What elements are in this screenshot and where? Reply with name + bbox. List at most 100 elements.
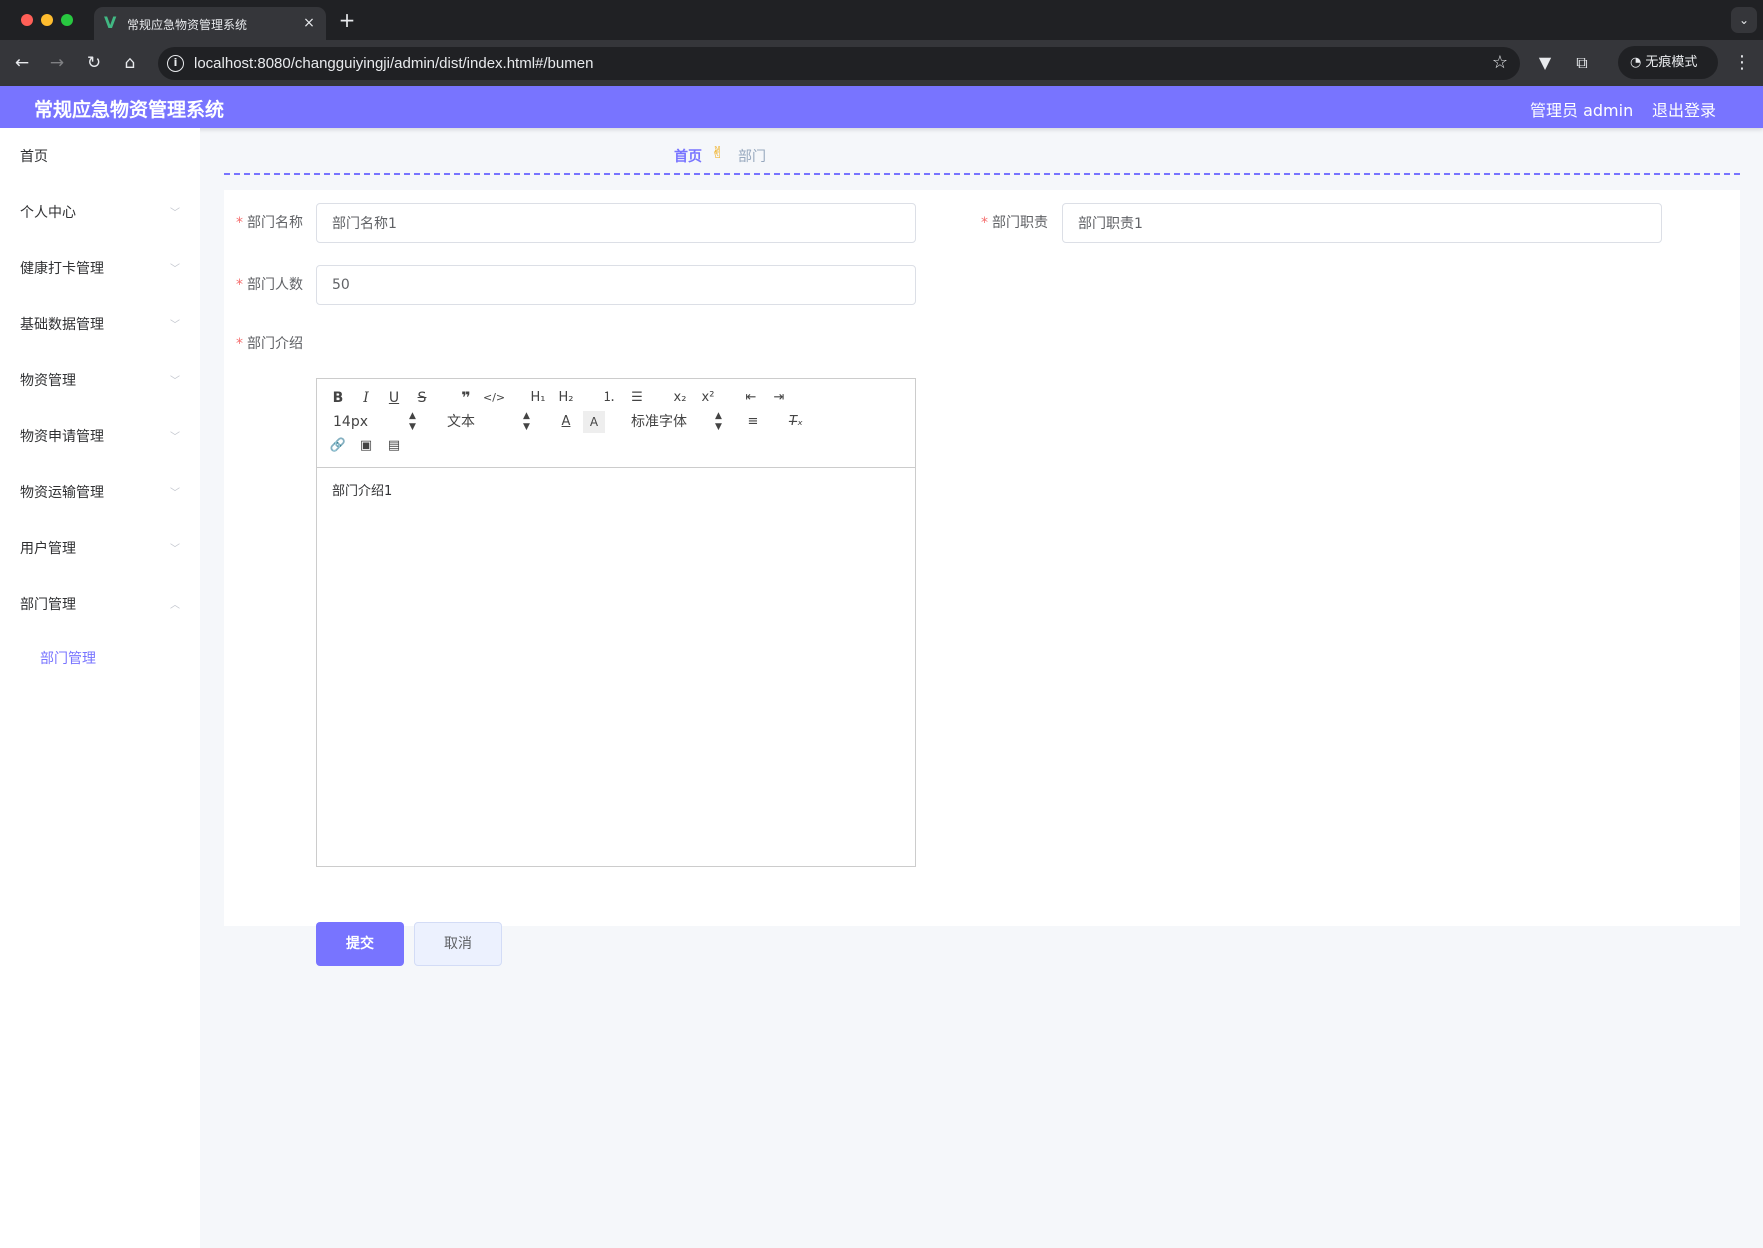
sidebar: 首页 个人中心 ﹀ 健康打卡管理 ﹀ 基础数据管理 ﹀ 物资管理 ﹀ 物资申请管…	[0, 128, 200, 1248]
clear-format-icon[interactable]: T̶ₓ	[785, 411, 807, 433]
italic-icon[interactable]: I	[355, 387, 377, 409]
sidebar-item-label: 健康打卡管理	[20, 261, 104, 277]
home-icon[interactable]: ⌂	[118, 51, 142, 75]
incognito-label: 无痕模式	[1645, 55, 1698, 70]
chevron-down-icon: ﹀	[170, 488, 180, 499]
address-url[interactable]: localhost:8080/changguiyingji/admin/dist…	[194, 55, 593, 72]
app-root: 常规应急物资管理系统 管理员 admin 退出登录 首页 个人中心 ﹀ 健康打卡…	[0, 86, 1763, 1248]
main-content: 首页 ✌ 部门 *部门名称 *部门职责 *部门人数 *部门介绍 B I U S …	[224, 128, 1740, 1208]
chevron-down-icon: ﹀	[170, 544, 180, 555]
sidebar-item-label: 基础数据管理	[20, 317, 104, 333]
sidebar-item-departments[interactable]: 部门管理 ︿	[0, 576, 200, 632]
reload-icon[interactable]: ↻	[82, 51, 106, 75]
window-minimize-button[interactable]	[41, 14, 53, 26]
browser-tab-bar: V 常规应急物资管理系统 × + ⌄	[0, 0, 1763, 40]
sidebar-item-label: 物资申请管理	[20, 429, 104, 445]
browser-toolbar: ← → ↻ ⌂ i localhost:8080/changguiyingji/…	[0, 40, 1763, 86]
sidebar-item-label: 物资管理	[20, 373, 76, 389]
sidebar-item-label: 首页	[20, 149, 48, 165]
tab-close-icon[interactable]: ×	[300, 14, 318, 32]
heading2-icon[interactable]: H₂	[555, 387, 577, 409]
chevron-down-icon: ﹀	[170, 432, 180, 443]
align-icon[interactable]: ≡	[742, 411, 764, 433]
tab-title: 常规应急物资管理系统	[127, 18, 248, 32]
bookmark-star-icon[interactable]: ☆	[1492, 52, 1508, 73]
current-user: 管理员 admin	[1530, 101, 1634, 120]
incognito-icon: ◔	[1630, 55, 1642, 70]
department-count-input[interactable]	[316, 265, 916, 305]
window-maximize-button[interactable]	[61, 14, 73, 26]
code-block-icon[interactable]: </>	[483, 387, 505, 409]
browser-menu-icon[interactable]: ⋮	[1732, 51, 1752, 75]
sidebar-item-users[interactable]: 用户管理 ﹀	[0, 520, 200, 576]
browser-tab[interactable]: V 常规应急物资管理系统 ×	[94, 7, 326, 40]
chevron-down-icon: ﹀	[170, 376, 180, 387]
ordered-list-icon[interactable]: ⒈	[598, 387, 620, 409]
sidebar-subitem-label: 部门管理	[40, 651, 96, 667]
sidebar-item-label: 个人中心	[20, 205, 76, 221]
bold-icon[interactable]: B	[327, 387, 349, 409]
sidebar-item-basic-data[interactable]: 基础数据管理 ﹀	[0, 296, 200, 352]
indent-icon[interactable]: ⇥	[768, 387, 790, 409]
vue-devtools-icon[interactable]: ▼	[1533, 51, 1557, 75]
font-color-icon[interactable]: A	[555, 411, 577, 433]
bullet-list-icon[interactable]: ☰	[626, 387, 648, 409]
font-family-select[interactable]: 标准字体 ▲ ▼	[631, 411, 723, 433]
submit-button[interactable]: 提交	[316, 922, 404, 966]
heading1-icon[interactable]: H₁	[527, 387, 549, 409]
subscript-icon[interactable]: x₂	[669, 387, 691, 409]
font-size-value: 14px	[333, 414, 368, 430]
superscript-icon[interactable]: x²	[697, 387, 719, 409]
breadcrumb: 首页 ✌ 部门	[224, 128, 1740, 175]
outdent-icon[interactable]: ⇤	[740, 387, 762, 409]
sidebar-item-material-transport[interactable]: 物资运输管理 ﹀	[0, 464, 200, 520]
sidebar-item-profile[interactable]: 个人中心 ﹀	[0, 184, 200, 240]
font-size-select[interactable]: 14px ▲ ▼	[333, 411, 417, 433]
department-name-label: * 部门名称	[236, 215, 303, 231]
font-family-value: 标准字体	[631, 414, 687, 430]
underline-icon[interactable]: U	[383, 387, 405, 409]
breadcrumb-home[interactable]: 首页	[674, 146, 702, 166]
chevron-down-icon: ﹀	[170, 264, 180, 275]
victory-hand-icon: ✌	[711, 143, 725, 162]
sidebar-item-health-checkin[interactable]: 健康打卡管理 ﹀	[0, 240, 200, 296]
forward-icon[interactable]: →	[45, 51, 69, 75]
chevron-up-icon: ︿	[170, 600, 180, 611]
strikethrough-icon[interactable]: S	[411, 387, 433, 409]
sidebar-item-label: 用户管理	[20, 541, 76, 557]
rich-text-editor: B I U S ❞ </> H₁ H₂ ⒈ ☰ x₂ x² ⇤ ⇥ 14px ▲…	[316, 378, 916, 867]
header-format-select[interactable]: 文本 ▲ ▼	[447, 411, 531, 433]
cancel-button[interactable]: 取消	[414, 922, 502, 966]
sidebar-item-materials[interactable]: 物资管理 ﹀	[0, 352, 200, 408]
sidebar-item-material-requests[interactable]: 物资申请管理 ﹀	[0, 408, 200, 464]
video-icon[interactable]: ▤	[383, 435, 405, 457]
editor-toolbar: B I U S ❞ </> H₁ H₂ ⒈ ☰ x₂ x² ⇤ ⇥ 14px ▲…	[317, 379, 915, 468]
new-tab-button[interactable]: +	[336, 9, 358, 31]
department-form: *部门名称 *部门职责 *部门人数 *部门介绍 B I U S ❞ </> H₁…	[224, 190, 1740, 966]
tab-search-button[interactable]: ⌄	[1731, 7, 1757, 33]
sidebar-item-label: 物资运输管理	[20, 485, 104, 501]
background-color-icon[interactable]: A	[583, 411, 605, 433]
back-icon[interactable]: ←	[10, 51, 34, 75]
incognito-indicator[interactable]: ◔ 无痕模式	[1618, 46, 1718, 79]
image-icon[interactable]: ▣	[355, 435, 377, 457]
department-duty-input[interactable]	[1062, 203, 1662, 243]
editor-content[interactable]: 部门介绍1	[317, 468, 915, 866]
site-info-icon[interactable]: i	[167, 55, 184, 72]
link-icon[interactable]: 🔗	[327, 435, 349, 457]
address-bar[interactable]: i localhost:8080/changguiyingji/admin/di…	[158, 47, 1520, 80]
sidebar-subitem-department-management[interactable]: 部门管理	[0, 632, 200, 682]
department-duty-label: * 部门职责	[981, 215, 1048, 231]
department-name-input[interactable]	[316, 203, 916, 243]
sidebar-item-label: 部门管理	[20, 597, 76, 613]
app-header: 常规应急物资管理系统 管理员 admin 退出登录	[0, 86, 1763, 128]
sidebar-item-home[interactable]: 首页	[0, 128, 200, 184]
logout-button[interactable]: 退出登录	[1652, 97, 1716, 121]
window-close-button[interactable]	[21, 14, 33, 26]
department-intro-label: * 部门介绍	[236, 336, 303, 352]
department-count-label: * 部门人数	[236, 277, 303, 293]
app-title: 常规应急物资管理系统	[34, 99, 225, 121]
blockquote-icon[interactable]: ❞	[455, 387, 477, 409]
extensions-icon[interactable]: ⧉	[1570, 51, 1594, 75]
breadcrumb-current: 部门	[738, 149, 766, 165]
